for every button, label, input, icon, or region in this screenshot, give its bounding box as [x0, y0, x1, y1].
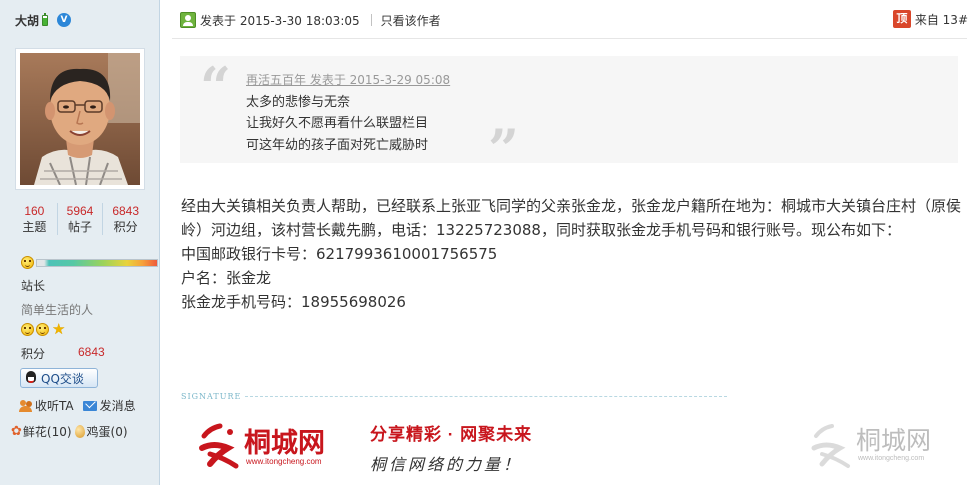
quote-line: 可这年幼的孩子面对死亡威胁时 — [246, 138, 429, 153]
level-progress-bar — [36, 258, 158, 267]
signature-banner[interactable]: 桐城网 www.itongcheng.com 分享精彩 · 网聚未来 桐信网络的… — [180, 414, 970, 480]
online-user-icon — [180, 12, 196, 28]
send-message-label: 发消息 — [99, 399, 136, 413]
post-paragraph: 中国邮政银行卡号：6217993610001756575 — [181, 245, 498, 263]
logo-url: www.itongcheng.com — [245, 457, 322, 466]
post-meta: 发表于 2015-3-30 18:03:05 只看该作者 — [180, 11, 441, 29]
smile-icon — [21, 256, 34, 269]
user-stats: 160 主题 5964 帖子 6843 积分 — [12, 203, 148, 235]
signature-label: SIGNATURE — [181, 392, 242, 401]
stat-value[interactable]: 160 — [12, 203, 57, 219]
watermark-name: 桐城网 — [856, 427, 931, 455]
gift-row: ✿ 鲜花(10) 鸡蛋(0) — [11, 423, 128, 440]
post-paragraph: 经由大关镇相关负责人帮助，已经联系上张亚飞同学的父亲张金龙，张金龙户籍所在地为：… — [181, 197, 962, 239]
follow-icon — [19, 399, 33, 412]
stat-label: 帖子 — [68, 220, 93, 234]
user-signature-text: 简单生活的人 — [21, 303, 94, 317]
stat-threads[interactable]: 160 主题 — [12, 203, 58, 235]
quote-line: 太多的悲惨与无奈 — [246, 95, 351, 110]
avatar[interactable] — [15, 48, 145, 190]
qq-chat-button[interactable]: QQ交谈 — [20, 368, 98, 388]
post-timestamp: 发表于 2015-3-30 18:03:05 — [200, 13, 360, 28]
smile-icon — [21, 322, 34, 336]
watermark-logo — [811, 424, 850, 468]
floor-number[interactable]: 来自 13# — [915, 11, 968, 28]
stat-value[interactable]: 5964 — [58, 203, 103, 219]
meta-separator — [370, 14, 372, 26]
user-actions: 收听TA 发消息 — [19, 397, 136, 414]
user-group-title[interactable]: 站长 — [21, 277, 45, 294]
flower-count[interactable]: 鲜花(10) — [23, 423, 72, 440]
stat-label: 主题 — [22, 220, 47, 234]
points-label: 积分 — [21, 347, 46, 361]
slogan: 分享精彩 · 网聚未来 — [370, 424, 532, 444]
slogan-secondary: 桐信网络的力量！ — [370, 456, 522, 474]
online-status-icon — [42, 12, 49, 26]
stat-value[interactable]: 6843 — [103, 203, 148, 219]
medal-icons: ★ — [21, 320, 66, 338]
star-icon: ★ — [52, 320, 66, 338]
signature-divider — [245, 396, 727, 397]
follow-label: 收听TA — [35, 399, 74, 413]
qq-icon — [25, 371, 37, 385]
quote-source-link[interactable]: 再活五百年 发表于 2015-3-29 05:08 — [246, 71, 450, 88]
post-paragraph: 张金龙手机号码：18955698026 — [181, 293, 406, 311]
close-quote-icon: ” — [488, 117, 520, 181]
logo-mark — [199, 423, 239, 469]
signature-banner-graphic: 桐城网 www.itongcheng.com 分享精彩 · 网聚未来 桐信网络的… — [199, 423, 931, 474]
egg-count[interactable]: 鸡蛋(0) — [87, 423, 128, 440]
post-content: 经由大关镇相关负责人帮助，已经联系上张亚飞同学的父亲张金龙，张金龙户籍所在地为：… — [181, 194, 966, 314]
quote-line: 让我好久不愿再看什么联盟栏目 — [246, 116, 429, 131]
verified-icon: V — [57, 13, 72, 27]
smile-icon — [36, 322, 49, 336]
points-value: 6843 — [78, 345, 105, 359]
open-quote-icon: “ — [200, 55, 232, 119]
floor-info: 顶 来自 13# — [892, 10, 968, 28]
bump-icon[interactable]: 顶 — [892, 10, 911, 28]
user-info-panel: 大胡 V 160 主题 5964 帖子 6843 积分 站长 简单生活的人 ★ … — [0, 0, 160, 485]
follow-link[interactable]: 收听TA — [19, 397, 74, 414]
stat-label: 积分 — [113, 220, 138, 234]
post-paragraph: 户名：张金龙 — [181, 269, 272, 287]
send-message-link[interactable]: 发消息 — [82, 397, 136, 414]
points-row: 积分 6843 — [21, 345, 105, 362]
qq-chat-label: QQ交谈 — [41, 371, 84, 386]
avatar-photo — [20, 53, 140, 185]
level-row — [21, 256, 158, 269]
logo-name: 桐城网 — [244, 428, 325, 458]
stat-credits[interactable]: 6843 积分 — [103, 203, 148, 235]
username[interactable]: 大胡 — [15, 12, 39, 29]
author-only-link[interactable]: 只看该作者 — [381, 12, 441, 29]
stat-posts[interactable]: 5964 帖子 — [58, 203, 104, 235]
username-row: 大胡 V — [15, 11, 72, 29]
header-divider — [172, 38, 967, 39]
quote-block: “ 再活五百年 发表于 2015-3-29 05:08 太多的悲惨与无奈 让我好… — [180, 55, 958, 176]
flower-icon: ✿ — [11, 424, 22, 439]
egg-icon — [74, 425, 85, 438]
watermark-url: www.itongcheng.com — [857, 455, 924, 462]
mail-icon — [82, 400, 97, 411]
